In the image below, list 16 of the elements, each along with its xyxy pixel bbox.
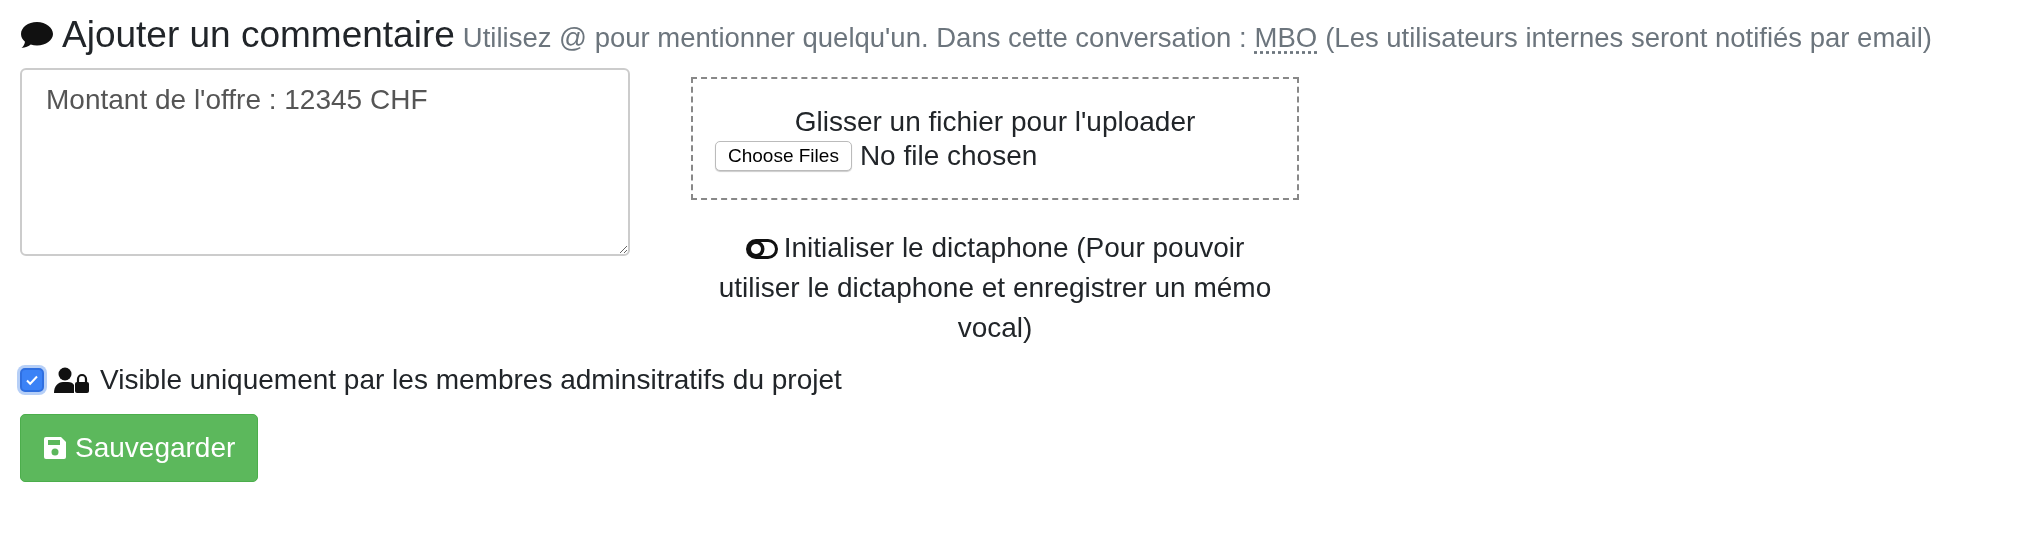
visibility-checkbox[interactable] bbox=[20, 368, 44, 392]
choose-files-button[interactable]: Choose Files bbox=[715, 140, 852, 171]
mention-hint: Utilisez @ pour mentionner quelqu'un. Dans cette conversation : bbox=[462, 22, 1247, 54]
toggle-icon bbox=[745, 239, 778, 259]
notification-note: (Les utilisateurs internes seront notifiés par email) bbox=[1325, 22, 1932, 54]
visibility-label: Visible uniquement par les membres adminsitratifs du projet bbox=[100, 364, 842, 396]
user-lock-icon bbox=[54, 367, 90, 393]
file-dropzone[interactable]: Glisser un fichier pour l'uploader Choose Files No file chosen bbox=[691, 77, 1299, 200]
mention-abbr: MBO bbox=[1254, 22, 1318, 54]
dropzone-label: Glisser un fichier pour l'uploader bbox=[794, 105, 1196, 138]
comment-field[interactable]: Montant de l'offre : 12345 CHF bbox=[20, 68, 630, 256]
section-title: Ajouter un commentaire bbox=[62, 14, 455, 56]
speech-bubble-icon bbox=[20, 21, 54, 49]
dictaphone-link[interactable]: Initialiser le dictaphone (Pour pouvoir utiliser le dictaphone et enregistrer un mémo vocal) bbox=[712, 228, 1278, 348]
file-status: No file chosen bbox=[859, 139, 1038, 172]
check-icon bbox=[25, 373, 39, 387]
